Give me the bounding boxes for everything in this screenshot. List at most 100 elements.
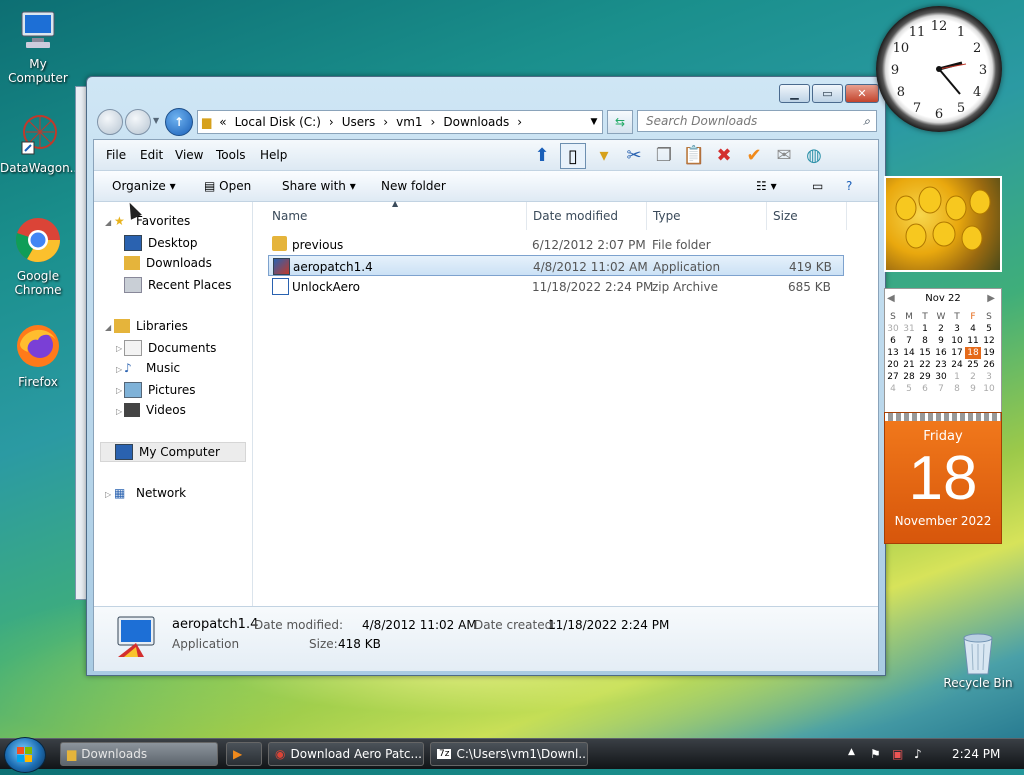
minimize-button[interactable]: ▁: [779, 84, 810, 103]
search-icon[interactable]: ⌕: [863, 114, 870, 129]
folder-options-icon[interactable]: ▾: [592, 143, 616, 167]
calendar-day[interactable]: 17: [949, 347, 965, 359]
column-divider[interactable]: [846, 202, 847, 230]
calendar-day[interactable]: 4: [965, 323, 981, 335]
desktop-icon-firefox[interactable]: Firefox: [0, 322, 76, 389]
column-size[interactable]: Size: [773, 209, 798, 223]
slideshow-gadget[interactable]: [884, 176, 1002, 272]
calendar-today-gadget[interactable]: Friday 18 November 2022: [884, 412, 1002, 544]
calendar-next-icon[interactable]: ▶: [987, 293, 995, 304]
file-row-unlockaero[interactable]: UnlockAero 11/18/2022 2:24 PM zip Archiv…: [268, 276, 844, 297]
column-type[interactable]: Type: [653, 209, 681, 223]
checkmark-icon[interactable]: ✔: [742, 143, 766, 167]
volume-icon[interactable]: ♪: [914, 747, 922, 761]
calendar-day[interactable]: 5: [981, 323, 997, 335]
nav-desktop[interactable]: Desktop: [124, 235, 198, 251]
calendar-day[interactable]: 14: [901, 347, 917, 359]
breadcrumb-overflow[interactable]: «: [219, 115, 226, 129]
calendar-day[interactable]: 13: [885, 347, 901, 359]
file-row-previous[interactable]: previous 6/12/2012 2:07 PM File folder: [268, 234, 844, 255]
calendar-day[interactable]: 8: [917, 335, 933, 347]
cut-icon[interactable]: ✂: [622, 143, 646, 167]
open-button[interactable]: ▤ Open: [204, 179, 251, 193]
calendar-day[interactable]: 1: [949, 371, 965, 383]
network-status-icon[interactable]: ▣: [892, 747, 903, 761]
nav-favorites[interactable]: ★ Favorites: [114, 214, 190, 228]
up-button[interactable]: ↑: [165, 108, 193, 136]
calendar-day[interactable]: 11: [965, 335, 981, 347]
desktop-icon-recycle-bin[interactable]: Recycle Bin: [940, 632, 1016, 690]
breadcrumb-downloads[interactable]: Downloads: [443, 115, 509, 129]
copy-icon[interactable]: ❐: [652, 143, 676, 167]
show-hidden-icons-icon[interactable]: ▲: [848, 747, 855, 757]
calendar-day[interactable]: 8: [949, 383, 965, 395]
nav-recent-places[interactable]: Recent Places: [124, 277, 231, 293]
file-row-aeropatch[interactable]: aeropatch1.4 4/8/2012 11:02 AM Applicati…: [268, 255, 844, 276]
nav-documents[interactable]: Documents: [124, 340, 216, 356]
calendar-prev-icon[interactable]: ◀: [887, 293, 895, 304]
history-dropdown-icon[interactable]: ▼: [153, 116, 159, 125]
calendar-day[interactable]: 1: [917, 323, 933, 335]
calendar-day[interactable]: 22: [917, 359, 933, 371]
calendar-day[interactable]: 15: [917, 347, 933, 359]
nav-libraries[interactable]: Libraries: [114, 319, 188, 333]
calendar-day[interactable]: 10: [981, 383, 997, 395]
calendar-day[interactable]: 12: [981, 335, 997, 347]
tray-clock[interactable]: 2:24 PM: [952, 747, 1000, 761]
breadcrumb-local-disk[interactable]: Local Disk (C:): [235, 115, 321, 129]
nav-music[interactable]: ♪ Music: [124, 361, 180, 375]
calendar-day[interactable]: 18: [965, 347, 981, 359]
calendar-day[interactable]: 23: [933, 359, 949, 371]
collapse-arrow-icon[interactable]: ▷: [116, 365, 122, 374]
calendar-day[interactable]: 19: [981, 347, 997, 359]
nav-my-computer[interactable]: My Computer: [100, 442, 246, 462]
calendar-day[interactable]: 9: [965, 383, 981, 395]
calendar-day[interactable]: 6: [885, 335, 901, 347]
search-input[interactable]: Search Downloads ⌕: [637, 110, 877, 132]
address-bar[interactable]: ▆ « Local Disk (C:) › Users › vm1 › Down…: [197, 110, 603, 134]
column-date-modified[interactable]: Date modified: [533, 209, 618, 223]
expand-arrow-icon[interactable]: ◢: [105, 218, 111, 227]
menu-tools[interactable]: Tools: [216, 148, 246, 162]
collapse-arrow-icon[interactable]: ▷: [105, 490, 111, 499]
address-dropdown-icon[interactable]: ▼: [586, 111, 602, 133]
calendar-gadget[interactable]: ◀ Nov 22 ▶ S M T W T F S 30 31 1 2 3 4 5 6 7 8 9 10 11 12 13 1…: [884, 288, 1002, 416]
organize-button[interactable]: Organize ▾: [112, 179, 176, 193]
nav-downloads[interactable]: Downloads: [124, 256, 212, 270]
calendar-day[interactable]: 2: [965, 371, 981, 383]
calendar-day[interactable]: 30: [933, 371, 949, 383]
column-name[interactable]: Name: [272, 209, 307, 223]
calendar-day[interactable]: 21: [901, 359, 917, 371]
help-icon[interactable]: ?: [846, 179, 852, 193]
calendar-day[interactable]: 26: [981, 359, 997, 371]
maximize-button[interactable]: ▭: [812, 84, 843, 103]
desktop-icon-chrome[interactable]: Google Chrome: [0, 216, 76, 297]
calendar-day[interactable]: 2: [933, 323, 949, 335]
calendar-day[interactable]: 10: [949, 335, 965, 347]
calendar-day[interactable]: 5: [901, 383, 917, 395]
action-center-icon[interactable]: ⚑: [870, 747, 881, 761]
collapse-arrow-icon[interactable]: ▷: [116, 344, 122, 353]
new-folder-button[interactable]: New folder: [381, 179, 446, 193]
chevron-right-icon[interactable]: ›: [383, 115, 388, 129]
preview-pane-icon[interactable]: ▯: [560, 143, 586, 169]
nav-videos[interactable]: Videos: [124, 403, 186, 417]
calendar-day[interactable]: 7: [933, 383, 949, 395]
calendar-day[interactable]: 3: [949, 323, 965, 335]
share-with-button[interactable]: Share with ▾: [282, 179, 356, 193]
up-folder-icon[interactable]: ⬆: [530, 143, 554, 167]
desktop-icon-my-computer[interactable]: My Computer: [0, 10, 76, 85]
menu-edit[interactable]: Edit: [140, 148, 163, 162]
close-button[interactable]: ✕: [845, 84, 879, 103]
calendar-day[interactable]: 6: [917, 383, 933, 395]
calendar-day[interactable]: 28: [901, 371, 917, 383]
preview-toggle-icon[interactable]: ▭: [812, 179, 823, 193]
taskbar-media-player[interactable]: ▶: [226, 742, 262, 766]
taskbar-chrome[interactable]: ◉ Download Aero Patc...: [268, 742, 424, 766]
menu-view[interactable]: View: [175, 148, 203, 162]
chevron-right-icon[interactable]: ›: [517, 115, 522, 129]
back-button[interactable]: [97, 109, 123, 135]
desktop-icon-datawagon[interactable]: DataWagon...: [0, 112, 81, 175]
expand-arrow-icon[interactable]: ◢: [105, 323, 111, 332]
calendar-day[interactable]: 29: [917, 371, 933, 383]
